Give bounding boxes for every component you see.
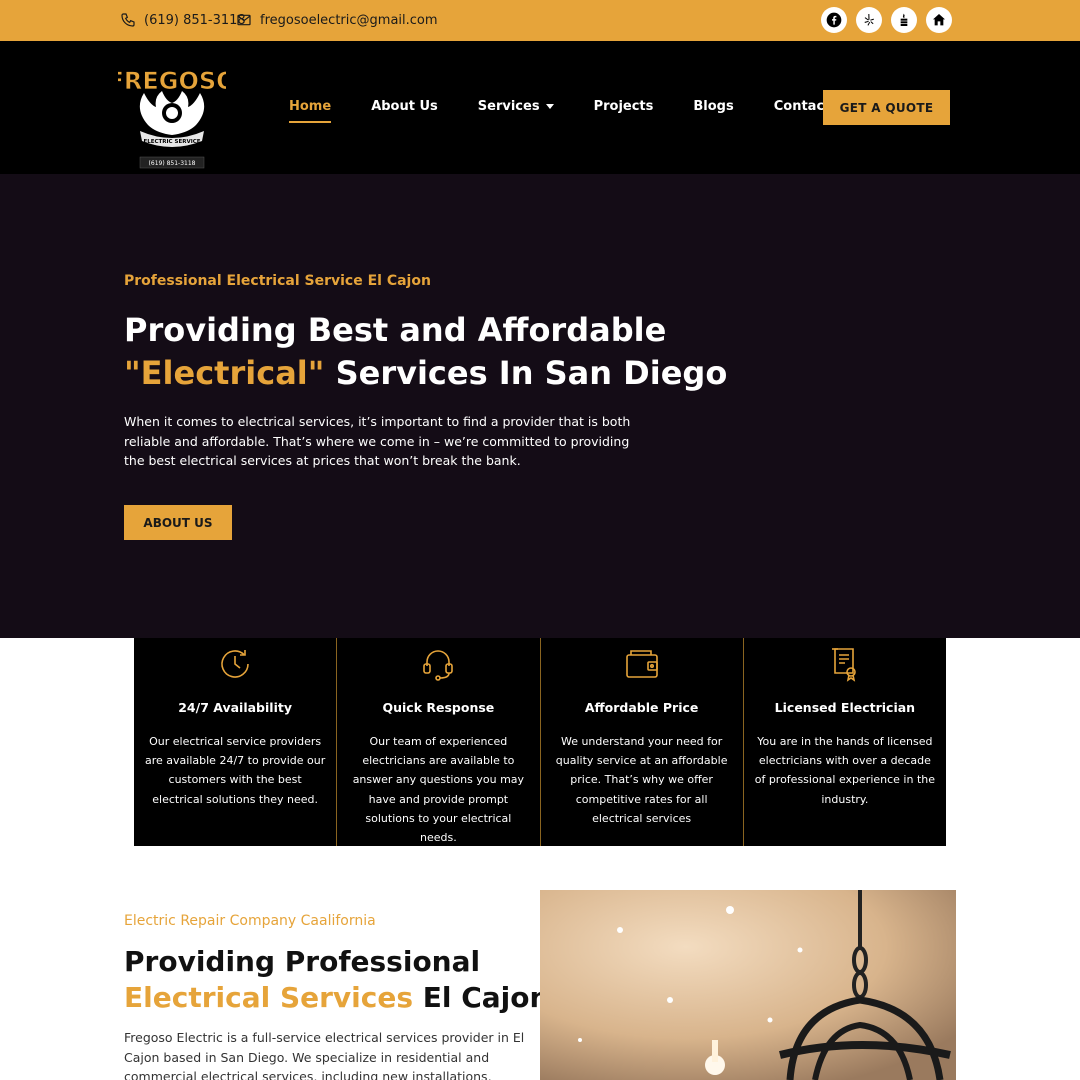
svg-text:(619) 851-3118: (619) 851-3118 [149,160,196,167]
email-address: fregosoelectric@gmail.com [260,12,438,28]
about-description: Fregoso Electric is a full-service elect… [124,1030,525,1080]
home-link[interactable] [926,7,952,33]
feature-card: Affordable Price We understand your need… [541,638,744,846]
nav-home[interactable]: Home [289,99,332,123]
features-strip: 24/7 Availability Our electrical service… [134,638,946,846]
feature-card: Licensed Electrician You are in the hand… [744,638,946,846]
nav-home-label: Home [289,99,332,114]
about-us-button[interactable]: ABOUT US [124,505,232,540]
get-a-quote-button[interactable]: GET A QUOTE [823,90,950,125]
about-title-line2: Electrical Services El Cajon [124,980,549,1016]
nav-services[interactable]: Services [478,99,554,114]
wallet-icon [625,650,658,678]
feature-card: 24/7 Availability Our electrical service… [134,638,338,846]
feature-title: 24/7 Availability [178,700,292,715]
feature-description: We understand your need for quality serv… [555,735,728,825]
main-nav: Home About Us Services Projects Blogs Co… [289,99,893,123]
nav-services-label: Services [477,99,540,114]
about-eyebrow: Electric Repair Company Caalifornia [124,913,376,929]
bbb-icon [900,13,908,26]
chandelier-image [540,890,956,1080]
nav-about-us[interactable]: About Us [371,99,438,114]
svg-text:ELECTRIC SERVICE: ELECTRIC SERVICE [143,139,200,145]
feature-description: Our team of experienced electricians are… [352,735,525,845]
brand-logo[interactable]: FREGOSO ELECTRIC SERVICE (619) 851-3118 [107,47,237,171]
hero-title-accent: "Electrical" [124,354,325,392]
about-title-accent: Electrical Services [124,981,414,1014]
hero-description: When it comes to electrical services, it… [124,414,631,468]
top-bar: (619) 851-3118 fregosoelectric@gmail.com [0,0,1080,41]
clock-icon [221,650,249,678]
feature-description: Our electrical service providers are ava… [145,735,326,806]
hero-title-line1: Providing Best and Affordable [124,311,667,349]
hero-section: Professional Electrical Service El Cajon… [0,174,1080,638]
nav-blogs[interactable]: Blogs [693,99,733,114]
phone-contact[interactable]: (619) 851-3118 [120,12,246,28]
site-header: FREGOSO ELECTRIC SERVICE (619) 851-3118 … [0,41,1080,174]
nav-projects[interactable]: Projects [594,99,654,114]
feature-description: You are in the hands of licensed electri… [754,735,936,806]
nav-blogs-label: Blogs [693,99,734,114]
headset-icon [423,650,454,681]
hero-title: Providing Best and Affordable "Electrica… [124,309,727,395]
phone-icon [121,13,135,27]
yelp-icon [864,14,874,26]
svg-text:FREGOSO: FREGOSO [118,67,226,95]
feature-title: Licensed Electrician [774,700,916,715]
email-contact[interactable]: fregosoelectric@gmail.com [236,12,438,28]
chevron-down-icon [545,104,554,109]
hero-eyebrow: Professional Electrical Service El Cajon [124,273,431,289]
about-title-rest: El Cajon [413,981,550,1014]
feature-title: Quick Response [382,700,495,715]
yelp-link[interactable] [856,7,882,33]
home-icon [933,14,945,26]
facebook-icon [826,12,842,28]
feature-card: Quick Response Our team of experienced e… [337,638,541,846]
facebook-link[interactable] [821,7,847,33]
mail-icon [237,14,251,26]
nav-projects-label: Projects [593,99,654,114]
chandelier-photo [540,890,956,1080]
certificate-icon [831,648,856,682]
social-links [821,7,952,33]
feature-title: Affordable Price [584,700,699,715]
nav-about-label: About Us [371,99,438,114]
hero-title-line2-rest: Services In San Diego [324,354,728,392]
hero-title-line2: "Electrical" Services In San Diego [124,352,727,395]
fregoso-logo-graphic: FREGOSO ELECTRIC SERVICE (619) 851-3118 [107,47,237,171]
about-title-line1: Providing Professional [124,945,481,978]
bbb-link[interactable] [891,7,917,33]
about-title: Providing Professional Electrical Servic… [124,944,549,1016]
phone-number: (619) 851-3118 [144,12,246,28]
